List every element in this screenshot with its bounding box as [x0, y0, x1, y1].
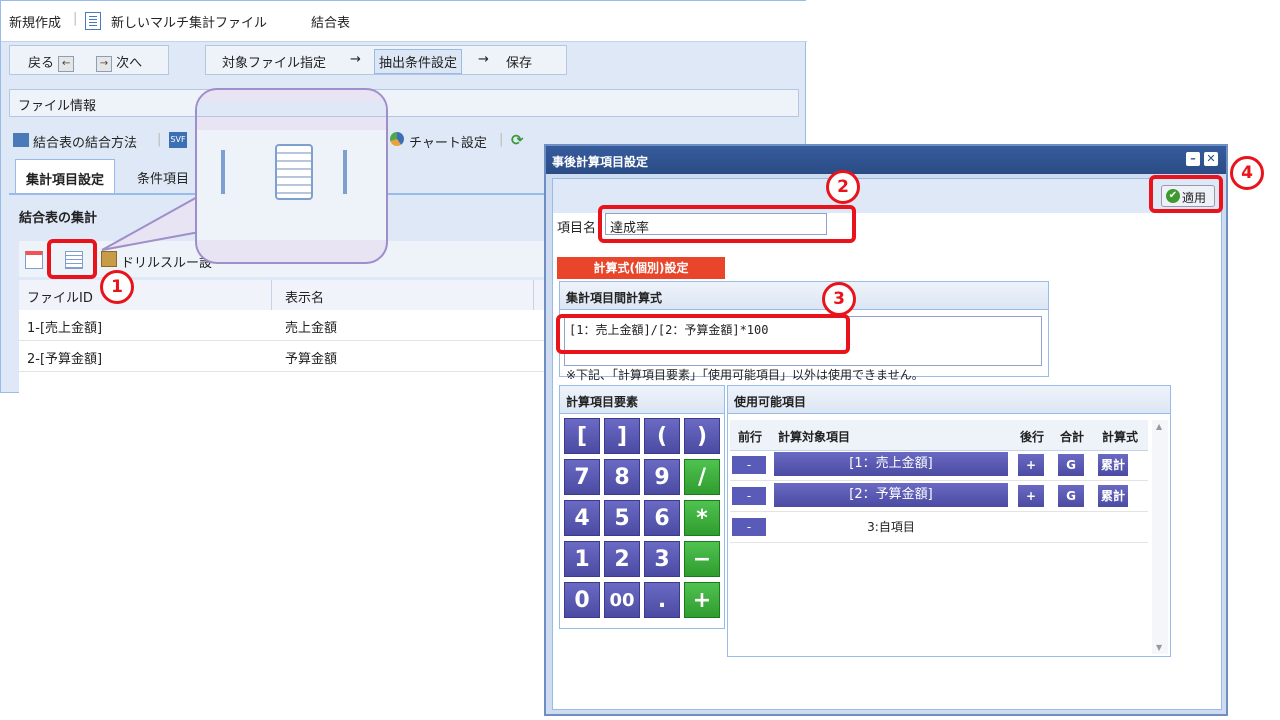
file-title: 新しいマルチ集計ファイル [111, 16, 268, 31]
keypad-key[interactable]: 0 [564, 582, 600, 618]
keypad-key[interactable]: 2 [604, 541, 640, 577]
back-arrow-icon: ← [58, 55, 75, 72]
item-name-label: 項目名 [557, 221, 597, 236]
highlight-formula [556, 314, 850, 354]
available-items-title: 使用可能項目 [728, 386, 1170, 414]
nav-buttons: 戻る ← → 次へ [9, 45, 169, 75]
step-save[interactable]: 保存 [506, 52, 532, 71]
file-type: 結合表 [311, 16, 351, 31]
prev-row-button[interactable]: - [732, 487, 766, 505]
keypad-key[interactable]: ] [604, 418, 640, 454]
keypad-key[interactable]: 3 [644, 541, 680, 577]
keypad-key[interactable]: ( [644, 418, 680, 454]
available-items-panel: 使用可能項目 前行 計算対象項目 後行 合計 計算式 - [1：売上金額] + … [727, 385, 1171, 657]
table-row: - [1：売上金額] + G 累計 [730, 450, 1148, 481]
chart-settings-button[interactable]: チャート設定 [409, 132, 487, 151]
new-label[interactable]: 新規作成 [9, 12, 61, 31]
zoom-callout [195, 88, 388, 264]
col-display-name[interactable]: 表示名 [285, 287, 324, 306]
scroll-up-icon[interactable]: ▲ [1156, 422, 1162, 431]
title-bar: 新規作成 | 新しいマルチ集計ファイル 結合表 [1, 1, 807, 42]
table-row: - 3:自項目 [730, 512, 1148, 543]
close-icon[interactable]: ✕ [1204, 152, 1218, 166]
formula-tab[interactable]: 計算式(個別)設定 [557, 257, 725, 279]
formula-note: ※下記、「計算項目要素」「使用可能項目」以外は使用できません。 [566, 368, 924, 382]
keypad-key[interactable]: 5 [604, 500, 640, 536]
step-extract-conditions[interactable]: 抽出条件設定 [374, 49, 463, 74]
item-button-budget[interactable]: [2：予算金額] [774, 483, 1008, 507]
keypad-key[interactable]: 1 [564, 541, 600, 577]
calc-elements-title: 計算項目要素 [560, 386, 724, 414]
highlight-item-name [598, 205, 856, 243]
wizard-steps: 対象ファイル指定 → 抽出条件設定 → 保存 [205, 45, 567, 75]
keypad-key[interactable]: ) [684, 418, 720, 454]
minimize-icon[interactable]: – [1186, 152, 1200, 166]
section-title: 結合表の集計 [19, 211, 98, 226]
keypad-key[interactable]: + [684, 582, 720, 618]
scroll-down-icon[interactable]: ▼ [1156, 643, 1162, 652]
annotation-1: 1 [100, 270, 134, 304]
file-list-icon [85, 12, 101, 30]
keypad-key[interactable]: [ [564, 418, 600, 454]
chart-icon [390, 132, 404, 146]
annotation-2: 2 [826, 170, 860, 204]
keypad-key[interactable]: 6 [644, 500, 680, 536]
keypad-key[interactable]: 4 [564, 500, 600, 536]
calc-elements-panel: 計算項目要素 []() 7 8 9/ 4 5 6 * 1 2 3− 0 00. + [559, 385, 725, 629]
step-target-file[interactable]: 対象ファイル指定 [222, 52, 326, 71]
annotation-3: 3 [822, 282, 856, 316]
calendar-icon[interactable] [25, 251, 43, 269]
scrollbar[interactable]: ▲ ▼ [1152, 420, 1168, 654]
formula-panel-title: 集計項目間計算式 [560, 282, 1048, 310]
keypad-key[interactable]: * [684, 500, 720, 536]
table-row: - [2：予算金額] + G 累計 [730, 481, 1148, 512]
cumulative-button[interactable]: 累計 [1098, 454, 1128, 476]
next-button[interactable]: → 次へ [96, 52, 142, 72]
wizard-nav: 戻る ← → 次へ 対象ファイル指定 → 抽出条件設定 → 保存 [9, 45, 799, 79]
keypad-key[interactable]: 00 [604, 582, 640, 618]
self-item-label[interactable]: 3:自項目 [774, 518, 1008, 535]
keypad-key[interactable]: / [684, 459, 720, 495]
col-file-id[interactable]: ファイルID [27, 287, 93, 306]
grand-total-button[interactable]: G [1058, 454, 1084, 476]
item-button-sales[interactable]: [1：売上金額] [774, 452, 1008, 476]
svf-icon[interactable]: SVF [169, 132, 187, 148]
keypad-key[interactable]: − [684, 541, 720, 577]
highlight-calculator-button [47, 239, 97, 279]
back-button[interactable]: 戻る ← [28, 52, 75, 72]
dialog-title: 事後計算項目設定 [552, 155, 649, 169]
keypad-key[interactable]: 8 [604, 459, 640, 495]
keypad-key[interactable]: . [644, 582, 680, 618]
next-row-button[interactable]: + [1018, 454, 1044, 476]
join-table-icon [13, 133, 29, 147]
dialog-body: ✔ 適用 項目名 達成率 計算式(個別)設定 集計項目間計算式 [1：売上金額]… [552, 178, 1222, 710]
prev-row-button[interactable]: - [732, 456, 766, 474]
keypad-key[interactable]: 9 [644, 459, 680, 495]
cumulative-button[interactable]: 累計 [1098, 485, 1128, 507]
keypad-key[interactable]: 7 [564, 459, 600, 495]
next-arrow-icon: → [96, 55, 112, 72]
next-row-button[interactable]: + [1018, 485, 1044, 507]
file-info-panel[interactable]: ファイル情報 [9, 89, 799, 117]
file-info-title: ファイル情報 [18, 99, 97, 114]
annotation-4: 4 [1230, 156, 1264, 190]
prev-row-button[interactable]: - [732, 518, 766, 536]
highlight-apply-button [1149, 175, 1223, 213]
calculator-icon-zoomed [275, 144, 313, 200]
grand-total-button[interactable]: G [1058, 485, 1084, 507]
join-method-button[interactable]: 結合表の結合方法 [33, 132, 137, 151]
refresh-icon[interactable]: ⟳ [511, 131, 529, 149]
items-table-header: 前行 計算対象項目 後行 合計 計算式 [730, 420, 1148, 451]
dialog-title-bar: 事後計算項目設定 – ✕ [546, 146, 1226, 174]
